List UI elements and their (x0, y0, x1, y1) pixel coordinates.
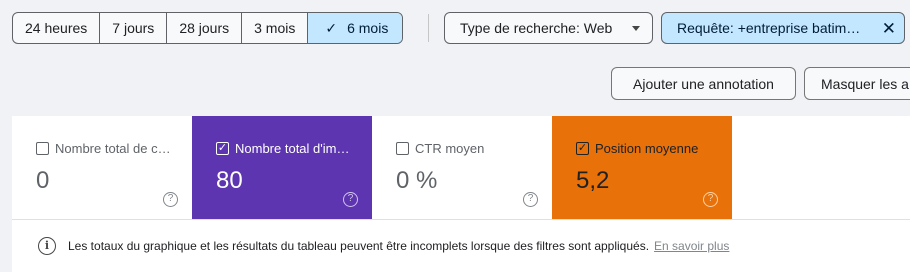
date-option-label: 3 mois (254, 20, 296, 36)
date-option-7d[interactable]: 7 jours (100, 13, 168, 43)
caret-down-icon (632, 25, 640, 31)
search-type-label: Type de recherche: Web (460, 20, 613, 36)
query-filter-label: Requête: +entreprise batim… (677, 20, 861, 36)
date-option-6m[interactable]: ✓ 6 mois (308, 13, 403, 43)
info-notice: i Les totaux du graphique et les résulta… (38, 237, 729, 255)
close-icon[interactable]: ✕ (882, 20, 896, 37)
metrics-panel: Nombre total de c… 0 ? ✓ Nombre total d'… (12, 116, 910, 272)
check-icon: ✓ (325, 19, 338, 36)
help-circle-icon[interactable]: ? (163, 192, 178, 207)
query-filter-chip[interactable]: Requête: +entreprise batim… ✕ (661, 12, 905, 44)
date-range-selector: 24 heures 7 jours 28 jours 3 mois ✓ 6 mo… (12, 12, 404, 44)
metric-cards: Nombre total de c… 0 ? ✓ Nombre total d'… (12, 116, 732, 219)
info-circle-icon: i (38, 237, 56, 255)
info-message: Les totaux du graphique et les résultats… (68, 239, 650, 253)
add-annotation-button[interactable]: Ajouter une annotation (611, 67, 796, 100)
metric-label: Position moyenne (595, 141, 699, 156)
date-option-28d[interactable]: 28 jours (167, 13, 243, 43)
date-option-24h[interactable]: 24 heures (13, 13, 101, 43)
metric-value: 0 % (396, 167, 438, 194)
date-option-label: 7 jours (112, 20, 155, 36)
help-circle-icon[interactable]: ? (523, 192, 538, 207)
checkbox-unchecked-icon[interactable] (36, 142, 49, 155)
metric-label: Nombre total d'im… (235, 141, 350, 156)
metric-card-clicks[interactable]: Nombre total de c… 0 ? (12, 116, 192, 219)
help-circle-icon[interactable]: ? (703, 192, 718, 207)
panel-divider (12, 219, 910, 220)
metric-label: CTR moyen (415, 141, 485, 156)
metric-label: Nombre total de c… (55, 141, 171, 156)
learn-more-link[interactable]: En savoir plus (654, 239, 729, 253)
toolbar-divider (428, 14, 429, 42)
metric-value: 5,2 (576, 167, 610, 194)
metric-card-position[interactable]: ✓ Position moyenne 5,2 ? (552, 116, 732, 219)
metric-card-ctr[interactable]: CTR moyen 0 % ? (372, 116, 552, 219)
hide-annotations-button[interactable]: Masquer les a (804, 67, 910, 100)
metric-value: 0 (36, 167, 50, 194)
add-annotation-label: Ajouter une annotation (633, 75, 774, 92)
metric-card-impressions[interactable]: ✓ Nombre total d'im… 80 ? (192, 116, 372, 219)
search-type-filter[interactable]: Type de recherche: Web (444, 12, 653, 44)
checkbox-checked-icon[interactable]: ✓ (216, 142, 229, 155)
date-option-label: 24 heures (25, 20, 88, 36)
help-circle-icon[interactable]: ? (343, 192, 358, 207)
hide-annotations-label: Masquer les a (821, 75, 909, 92)
date-option-3m[interactable]: 3 mois (242, 13, 309, 43)
checkbox-checked-icon[interactable]: ✓ (576, 142, 589, 155)
checkbox-unchecked-icon[interactable] (396, 142, 409, 155)
date-option-label: 28 jours (179, 20, 230, 36)
date-option-label: 6 mois (347, 20, 389, 36)
metric-value: 80 (216, 167, 243, 194)
